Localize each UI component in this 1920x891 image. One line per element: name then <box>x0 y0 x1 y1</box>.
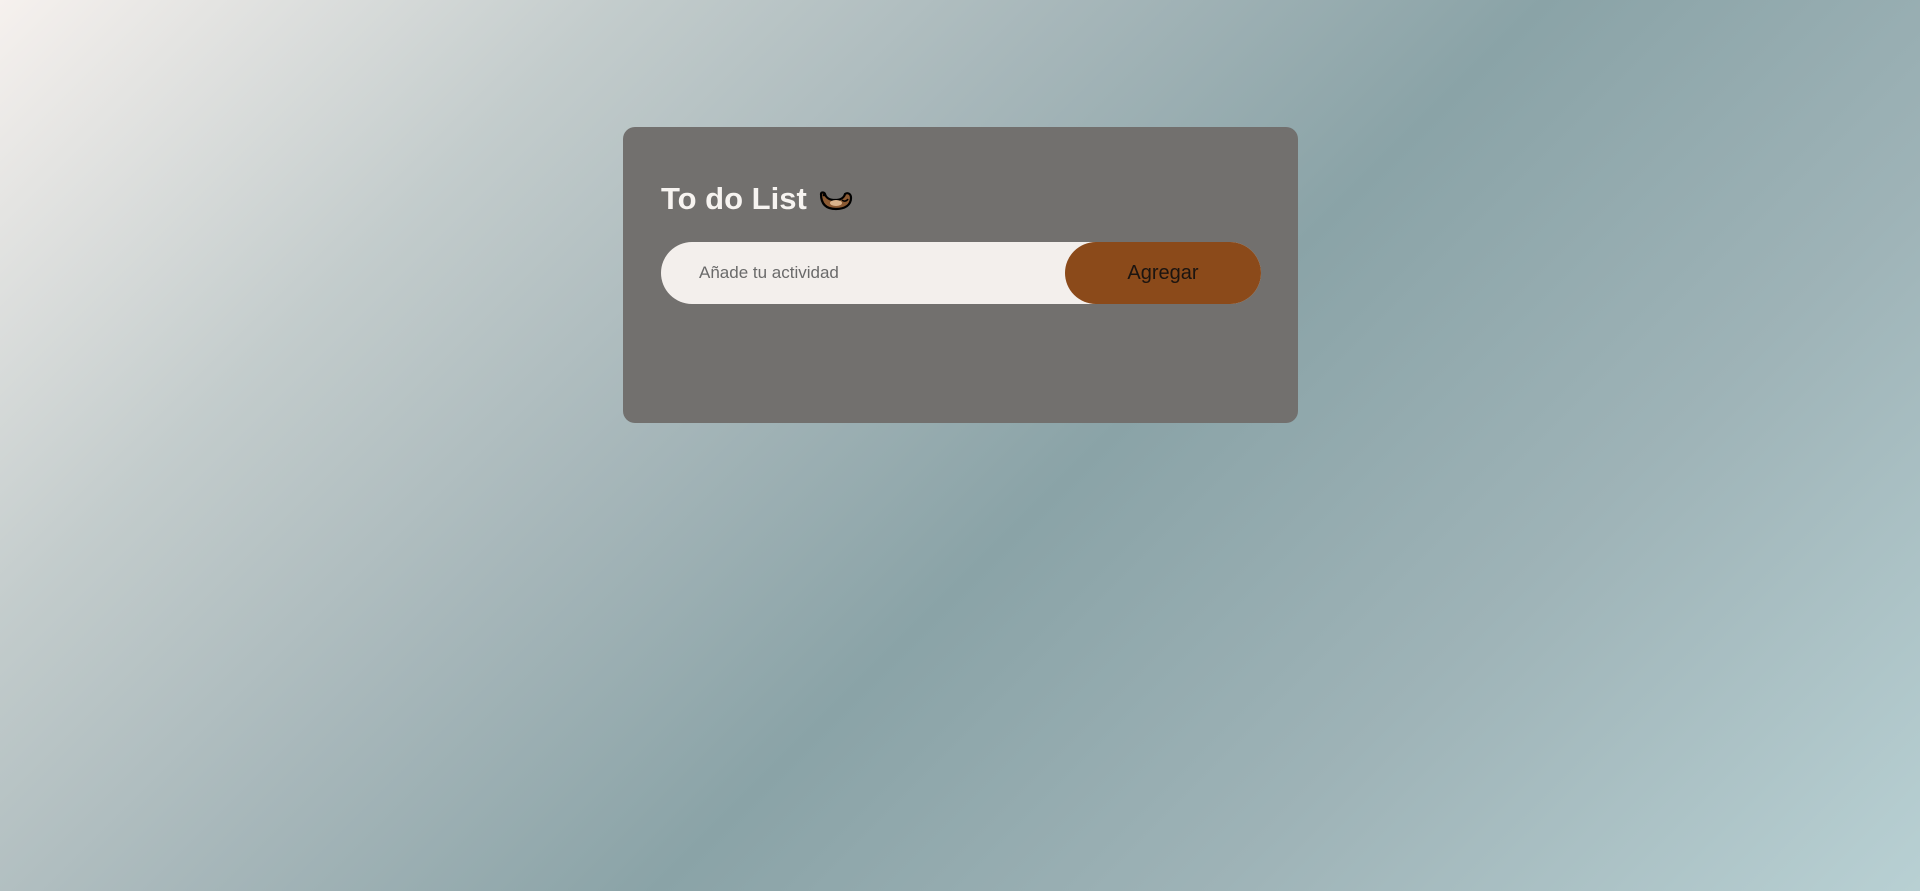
app-title: To do List <box>661 181 807 216</box>
add-task-row: Agregar <box>661 242 1261 304</box>
otter-icon <box>818 186 854 214</box>
add-task-button[interactable]: Agregar <box>1065 242 1261 304</box>
title-row: To do List <box>661 179 1260 219</box>
todo-card: To do List Agregar <box>623 127 1298 423</box>
